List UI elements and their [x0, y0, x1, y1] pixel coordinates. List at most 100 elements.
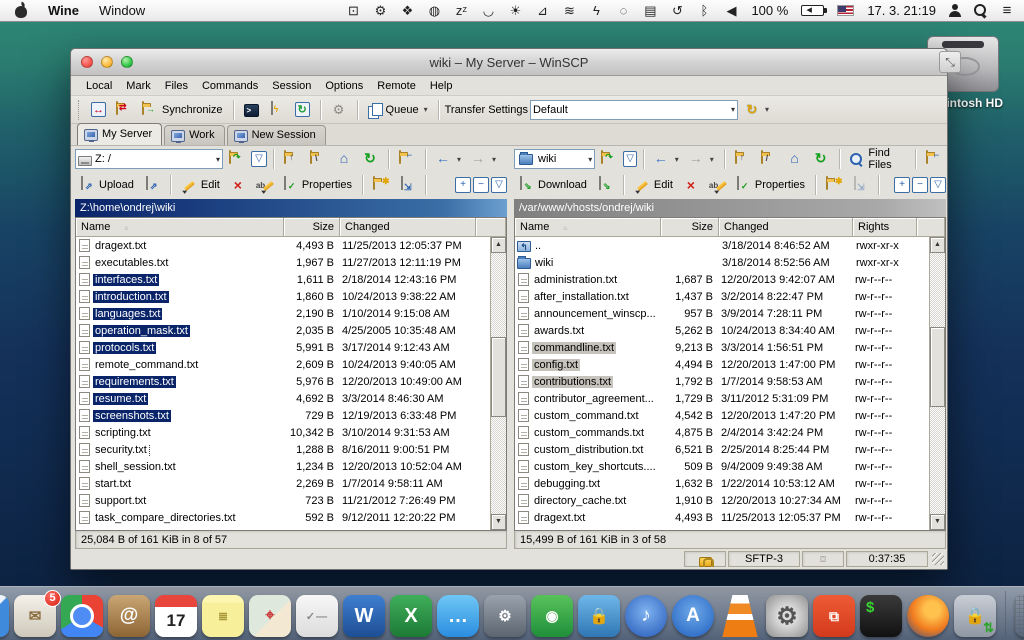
dock-item-finder[interactable]: ☺ — [0, 595, 9, 637]
dock-item-chrome[interactable] — [61, 595, 103, 637]
file-row[interactable]: directory_cache.txt1,910 B12/20/2013 10:… — [515, 492, 929, 509]
remote-open-directory-button[interactable]: ↷ — [597, 149, 621, 169]
synchronize-browsing-button[interactable]: ⇄ — [112, 100, 136, 120]
local-unselect-button[interactable]: − — [473, 177, 489, 193]
battery-icon[interactable] — [801, 5, 824, 16]
remote-parent-directory-button[interactable]: ↑ — [731, 149, 755, 169]
upload-button[interactable]: ⇗Upload — [75, 175, 138, 195]
file-row[interactable]: shell_session.txt1,234 B12/20/2013 10:52… — [76, 458, 490, 475]
close-window-button[interactable] — [81, 56, 93, 68]
file-row[interactable]: operation_mask.txt2,035 B4/25/2005 10:35… — [76, 322, 490, 339]
remote-path-bar[interactable]: /var/www/vhosts/ondrej/wiki — [514, 199, 946, 217]
input-language-flag-icon[interactable] — [837, 5, 854, 16]
scroll-up-arrow[interactable]: ▲ — [491, 237, 506, 253]
title-bar[interactable]: wiki – My Server – WinSCP ⤡ — [71, 49, 947, 76]
file-row[interactable]: introduction.txt1,860 B10/24/2013 9:38:2… — [76, 288, 490, 305]
menu-window[interactable]: Window — [99, 3, 145, 18]
remote-root-directory-button[interactable]: / — [757, 149, 781, 169]
file-row[interactable]: scripting.txt10,342 B3/10/2014 9:31:53 A… — [76, 424, 490, 441]
scroll-up-arrow[interactable]: ▲ — [930, 237, 945, 253]
remote-refresh-button[interactable]: ↻ — [809, 149, 833, 169]
file-row[interactable]: contributions.txt1,792 B1/7/2014 9:58:53… — [515, 373, 929, 390]
dock-item-cyberduck[interactable]: ◉ — [531, 595, 573, 637]
open-terminal-button[interactable]: > — [240, 100, 263, 119]
file-row[interactable]: debugging.txt1,632 B1/22/2014 10:53:12 A… — [515, 475, 929, 492]
local-refresh-button[interactable]: ↻ — [358, 149, 382, 169]
remote-forward-button[interactable]: →▾ — [685, 149, 718, 169]
remote-select-button[interactable]: + — [894, 177, 910, 193]
file-row[interactable]: languages.txt2,190 B1/10/2014 9:15:08 AM — [76, 305, 490, 322]
tab-work[interactable]: Work — [164, 125, 224, 145]
fast-user-switch-icon[interactable] — [949, 4, 961, 17]
local-select-button[interactable]: + — [455, 177, 471, 193]
airplay-display-icon[interactable]: ⊿ — [535, 0, 549, 22]
column-header-size[interactable]: Size — [661, 218, 719, 237]
notification-center-icon[interactable]: ≡ — [1000, 0, 1014, 22]
file-row[interactable]: screenshots.txt729 B12/19/2013 6:33:48 P… — [76, 407, 490, 424]
dock-item-keychain[interactable]: 🔒 — [578, 595, 620, 637]
scroll-down-arrow[interactable]: ▼ — [491, 514, 506, 530]
dock-item-messages[interactable]: … — [437, 595, 479, 637]
scrollbar-thumb[interactable] — [930, 327, 945, 407]
bluetooth-icon[interactable]: ᛒ — [697, 0, 711, 22]
dock-item-winscp[interactable]: 🔒 — [954, 595, 996, 637]
local-open-directory-button[interactable]: ↷ — [225, 149, 249, 169]
column-header-changed[interactable]: Changed — [719, 218, 853, 237]
dock-item-automator[interactable]: ⚙ — [484, 595, 526, 637]
menu-session[interactable]: Session — [265, 78, 318, 94]
file-row[interactable]: announcement_winscp...957 B3/9/2014 7:28… — [515, 305, 929, 322]
chat-bubble-icon[interactable]: ◌ — [616, 0, 630, 22]
tab-my-server[interactable]: My Server — [77, 123, 162, 145]
local-forward-button[interactable]: →▾ — [467, 149, 500, 169]
column-header-name[interactable]: Name▵ — [76, 218, 284, 237]
preferences-button[interactable]: ⚙ — [327, 100, 351, 120]
volume-icon[interactable]: ◀ — [724, 0, 738, 22]
menu-files[interactable]: Files — [158, 78, 195, 94]
local-sync-browsing-button[interactable]: ⌐ — [395, 149, 419, 169]
run-command-button[interactable]: ϟ — [265, 100, 289, 120]
column-header-changed[interactable]: Changed — [340, 218, 476, 237]
time-machine-icon[interactable]: ↺ — [670, 0, 684, 22]
dock-item-sysprefs[interactable]: ⚙ — [766, 595, 808, 637]
menu-local[interactable]: Local — [79, 78, 119, 94]
file-row[interactable]: security.txt1,288 B8/16/2011 9:00:51 PM — [76, 441, 490, 458]
file-row[interactable]: custom_key_shortcuts....509 B9/4/2009 9:… — [515, 458, 929, 475]
menu-commands[interactable]: Commands — [195, 78, 265, 94]
local-back-button[interactable]: ←▾ — [432, 149, 465, 169]
local-home-directory-button[interactable]: ⌂ — [332, 149, 356, 169]
remote-edit-button[interactable]: Edit — [630, 175, 677, 195]
remote-selection-filter-button[interactable]: ▽ — [930, 177, 946, 193]
menu-wine[interactable]: Wine — [48, 3, 79, 18]
dock-item-rdp[interactable]: ⧉ — [813, 595, 855, 637]
download-background-button[interactable]: ⇘ — [593, 175, 617, 195]
menu-mark[interactable]: Mark — [119, 78, 157, 94]
notification-bell-icon[interactable]: ◍ — [427, 0, 441, 22]
wifi-icon[interactable]: ≋ — [562, 0, 576, 22]
remote-back-button[interactable]: ←▾ — [650, 149, 683, 169]
file-row[interactable]: after_installation.txt1,437 B3/2/2014 8:… — [515, 288, 929, 305]
menu-options[interactable]: Options — [318, 78, 370, 94]
dock-item-terminal[interactable]: $ — [860, 595, 902, 637]
file-row[interactable]: support.txt723 B11/21/2012 7:26:49 PM — [76, 492, 490, 509]
column-header-name[interactable]: Name▵ — [515, 218, 661, 237]
dock-item-maps[interactable]: ⌖ — [249, 595, 291, 637]
transfer-options-button[interactable]: ↻▾ — [740, 100, 773, 120]
local-path-bar[interactable]: Z:\home\ondrej\wiki — [75, 199, 507, 217]
local-delete-button[interactable]: × — [226, 175, 250, 195]
remote-unselect-button[interactable]: − — [912, 177, 928, 193]
dock-item-calendar[interactable]: 17 — [155, 595, 197, 637]
remote-properties-button[interactable]: ✓Properties — [731, 175, 809, 195]
dock-item-trash[interactable] — [1015, 595, 1024, 637]
dock-item-reminders[interactable]: ✓— — [296, 595, 338, 637]
swap-panels-button[interactable]: ↔ — [87, 100, 110, 119]
file-row[interactable]: custom_distribution.txt6,521 B2/25/2014 … — [515, 441, 929, 458]
file-row[interactable]: ↰..3/18/2014 8:46:52 AMrwxr-xr-x — [515, 237, 929, 254]
menu-help[interactable]: Help — [423, 78, 460, 94]
file-row[interactable]: custom_commands.txt4,875 B2/4/2014 3:42:… — [515, 424, 929, 441]
caffeine-cup-icon[interactable]: ◡ — [481, 0, 495, 22]
file-row[interactable]: dragext.txt4,493 B11/25/2013 12:05:37 PM — [76, 237, 490, 254]
transfer-settings-combobox[interactable]: Default▾ — [530, 100, 738, 120]
local-edit-button[interactable]: Edit — [177, 175, 224, 195]
scrollbar-thumb[interactable] — [491, 337, 506, 417]
queue-button[interactable]: Queue▾ — [364, 100, 432, 119]
